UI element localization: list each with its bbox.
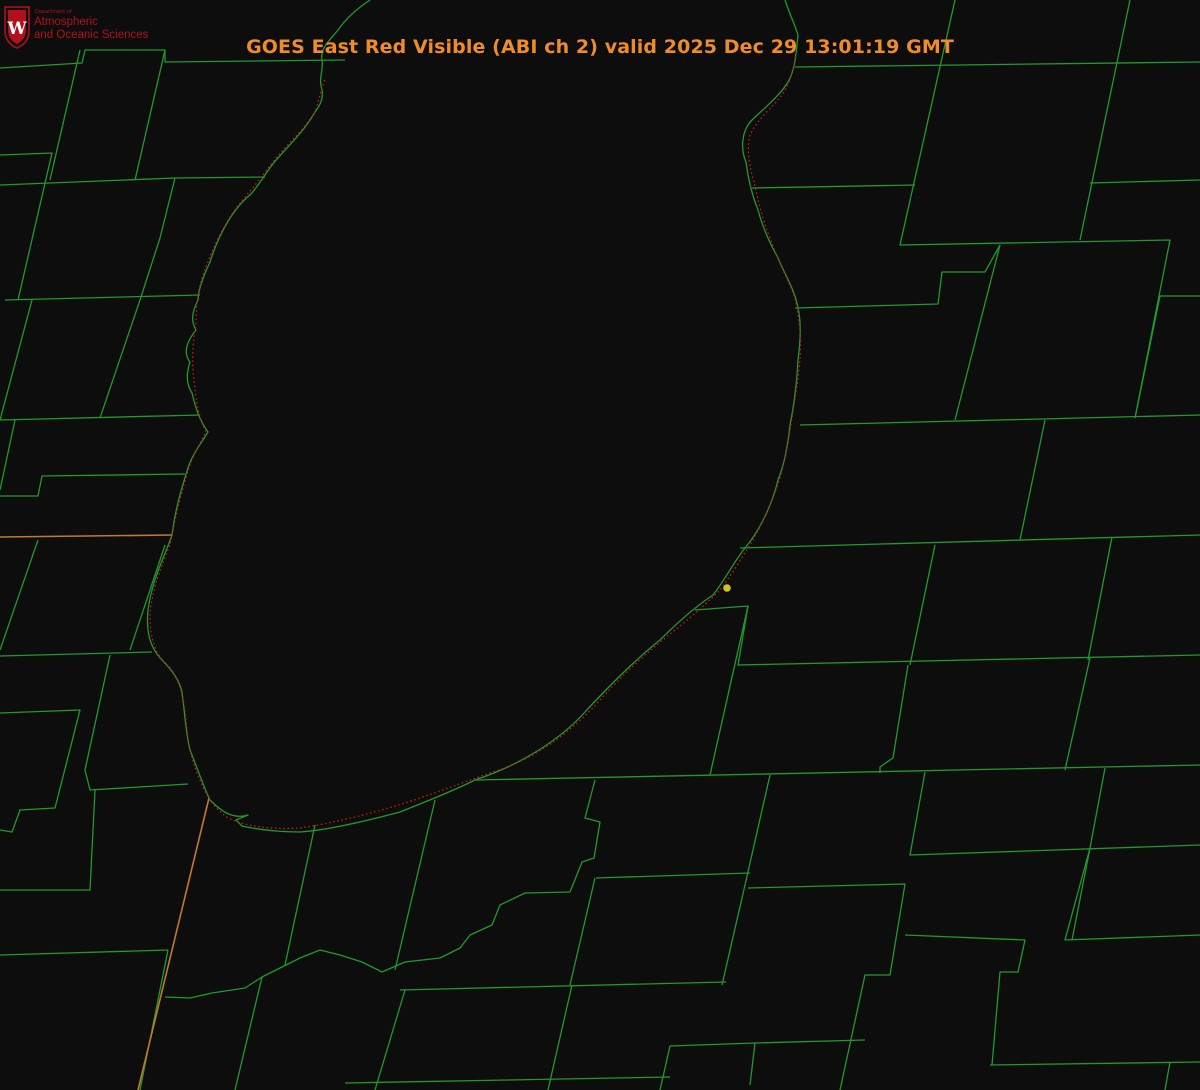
county-line	[139, 949, 169, 1090]
county-line	[669, 1042, 756, 1086]
county-line	[569, 779, 601, 893]
county-line	[0, 709, 81, 833]
county-line	[99, 299, 141, 419]
county-line	[904, 934, 1026, 1066]
county-line	[84, 654, 189, 791]
county-line	[1087, 536, 1113, 661]
county-line	[879, 664, 909, 773]
county-line	[709, 605, 749, 776]
county-line	[0, 177, 176, 301]
county-line	[0, 789, 96, 891]
county-line	[374, 989, 406, 1090]
county-line	[49, 49, 81, 181]
county-line	[394, 799, 436, 971]
county-line	[1134, 295, 1200, 419]
county-line	[595, 872, 751, 879]
county-boundaries	[0, 0, 1200, 1090]
satellite-map-view: W Department of Atmospheric and Oceanic …	[0, 0, 1200, 1090]
lake-shoreline-dotted	[149, 79, 802, 830]
county-line	[794, 61, 1200, 68]
county-line	[739, 534, 1200, 549]
county-line	[0, 949, 169, 956]
county-line	[799, 414, 1200, 426]
county-line	[0, 414, 201, 421]
county-line	[754, 1039, 866, 1044]
county-line	[134, 49, 166, 181]
state-line-south	[137, 797, 210, 1090]
county-line	[0, 152, 53, 301]
county-line	[164, 891, 571, 999]
county-line	[794, 244, 1001, 309]
county-line	[1064, 657, 1091, 771]
county-line	[1019, 419, 1046, 541]
county-line	[399, 981, 727, 991]
county-line	[1064, 847, 1200, 941]
image-title: GOES East Red Visible (ABI ch 2) valid 2…	[246, 36, 954, 58]
county-line	[284, 824, 316, 966]
county-line	[474, 764, 1200, 781]
logo-atmospheric-text: Atmospheric	[34, 16, 98, 28]
county-line	[747, 883, 906, 1090]
county-line	[0, 651, 153, 657]
location-marker	[723, 584, 731, 592]
county-line	[0, 299, 33, 421]
map-canvas	[0, 0, 1200, 1090]
county-line	[234, 976, 263, 1090]
county-line	[1089, 179, 1200, 184]
county-line	[659, 1045, 671, 1090]
county-line	[721, 774, 771, 986]
lake-shoreline-dotted-north	[747, 54, 797, 183]
county-line	[344, 1076, 671, 1084]
county-line	[989, 1061, 1200, 1066]
county-line	[569, 877, 596, 986]
county-line	[4, 294, 201, 301]
county-line	[174, 176, 266, 179]
county-line	[751, 184, 916, 189]
county-line	[1164, 1061, 1171, 1090]
lake-shoreline	[146, 0, 801, 833]
county-line	[954, 244, 1001, 421]
county-line	[0, 419, 16, 491]
county-line	[547, 984, 573, 1090]
county-line	[909, 544, 936, 666]
state-boundary	[0, 534, 210, 1090]
county-line	[0, 539, 39, 651]
state-line-west	[0, 534, 173, 538]
county-line	[694, 605, 1200, 666]
county-line	[0, 473, 186, 497]
logo-department-text: Department of	[35, 9, 72, 15]
county-line	[129, 544, 166, 651]
county-line	[909, 771, 1200, 856]
